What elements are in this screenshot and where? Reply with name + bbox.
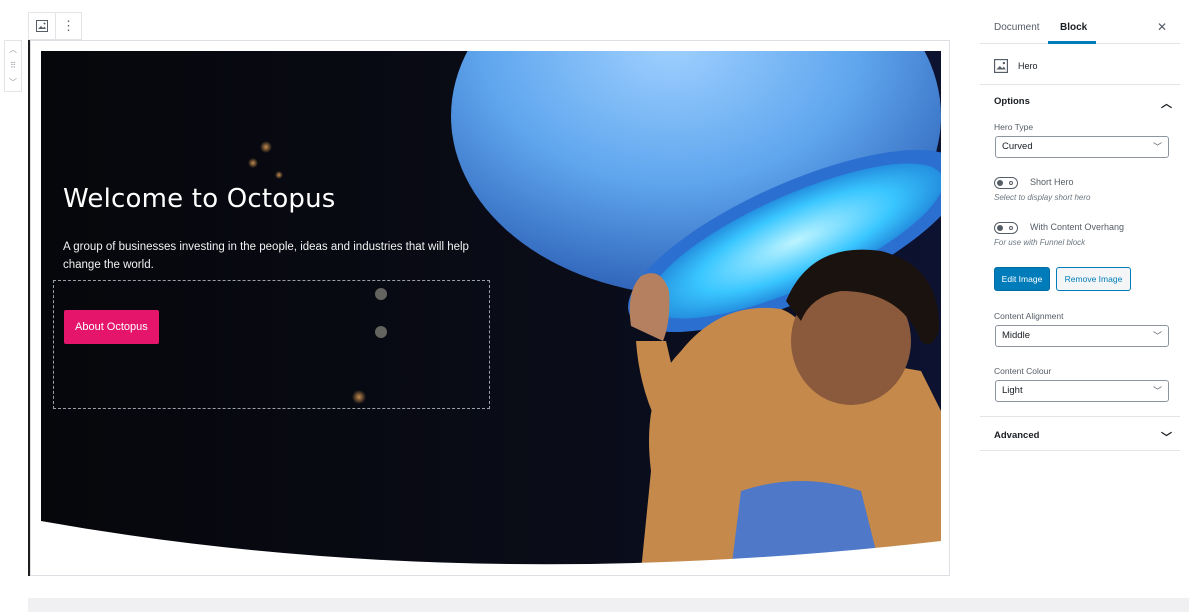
content-overhang-toggle[interactable]: [994, 222, 1018, 234]
image-icon: [994, 59, 1008, 73]
divider: [980, 450, 1180, 451]
chevron-down-icon: ﹀: [1161, 432, 1172, 444]
content-colour-select[interactable]: Light ﹀: [995, 380, 1169, 402]
chevron-up-icon: ︿: [1161, 98, 1172, 110]
sidebar-tabs: Document Block ✕: [980, 10, 1180, 44]
hero-title[interactable]: Welcome to Octopus: [63, 184, 336, 214]
short-hero-help: Select to display short hero: [994, 193, 1091, 202]
block-settings-sidebar: Document Block ✕ Hero Options ︿ Hero Typ…: [980, 0, 1189, 598]
block-name: Hero: [1018, 61, 1038, 71]
chevron-down-icon: ﹀: [1152, 386, 1162, 396]
image-icon: [36, 20, 48, 32]
block-mover: ︿ ⠿ ﹀: [4, 40, 22, 92]
block-toolbar: ⋮: [28, 12, 82, 40]
content-overhang-help: For use with Funnel block: [994, 238, 1086, 247]
tab-block[interactable]: Block: [1060, 22, 1087, 33]
hero-type-value: Curved: [1002, 141, 1033, 152]
content-colour-value: Light: [1002, 385, 1023, 396]
options-panel-title: Options: [994, 96, 1030, 107]
hero-image: Welcome to Octopus A group of businesses…: [41, 51, 941, 571]
drag-handle-icon[interactable]: ⠿: [10, 61, 16, 70]
content-alignment-label: Content Alignment: [994, 311, 1064, 321]
edit-image-button[interactable]: Edit Image: [994, 267, 1050, 291]
bottom-strip: [28, 598, 1189, 612]
more-vertical-icon: ⋮: [62, 18, 75, 33]
hero-block[interactable]: Welcome to Octopus A group of businesses…: [30, 40, 950, 576]
remove-image-button[interactable]: Remove Image: [1056, 267, 1131, 291]
active-tab-indicator: [1048, 41, 1096, 44]
block-type-button[interactable]: [29, 13, 55, 39]
chevron-up-icon[interactable]: ︿: [9, 44, 17, 55]
options-panel-toggle[interactable]: Options ︿: [994, 96, 1172, 110]
advanced-panel-toggle[interactable]: Advanced ﹀: [994, 430, 1172, 444]
short-hero-toggle[interactable]: [994, 177, 1018, 189]
hero-button-area[interactable]: About Octopus: [53, 280, 490, 409]
content-colour-label: Content Colour: [994, 366, 1052, 376]
divider: [980, 416, 1180, 417]
advanced-panel-title: Advanced: [994, 430, 1040, 441]
short-hero-label: Short Hero: [1030, 177, 1074, 187]
close-icon[interactable]: ✕: [1157, 20, 1167, 34]
content-alignment-select[interactable]: Middle ﹀: [995, 325, 1169, 347]
content-alignment-value: Middle: [1002, 330, 1030, 341]
hero-type-label: Hero Type: [994, 122, 1034, 132]
block-card: Hero: [994, 52, 1174, 80]
hero-type-select[interactable]: Curved ﹀: [995, 136, 1169, 158]
chevron-down-icon: ﹀: [1152, 142, 1162, 152]
divider: [980, 84, 1180, 85]
about-octopus-button[interactable]: About Octopus: [64, 310, 159, 344]
more-options-button[interactable]: ⋮: [55, 13, 81, 39]
chevron-down-icon: ﹀: [1152, 331, 1162, 341]
editor-canvas: ⋮ ︿ ⠿ ﹀ Welcome to Octopus A group of bu…: [0, 0, 980, 612]
tab-document[interactable]: Document: [994, 22, 1040, 33]
chevron-down-icon[interactable]: ﹀: [9, 77, 17, 88]
content-overhang-label: With Content Overhang: [1030, 222, 1125, 232]
hero-description[interactable]: A group of businesses investing in the p…: [63, 238, 503, 274]
